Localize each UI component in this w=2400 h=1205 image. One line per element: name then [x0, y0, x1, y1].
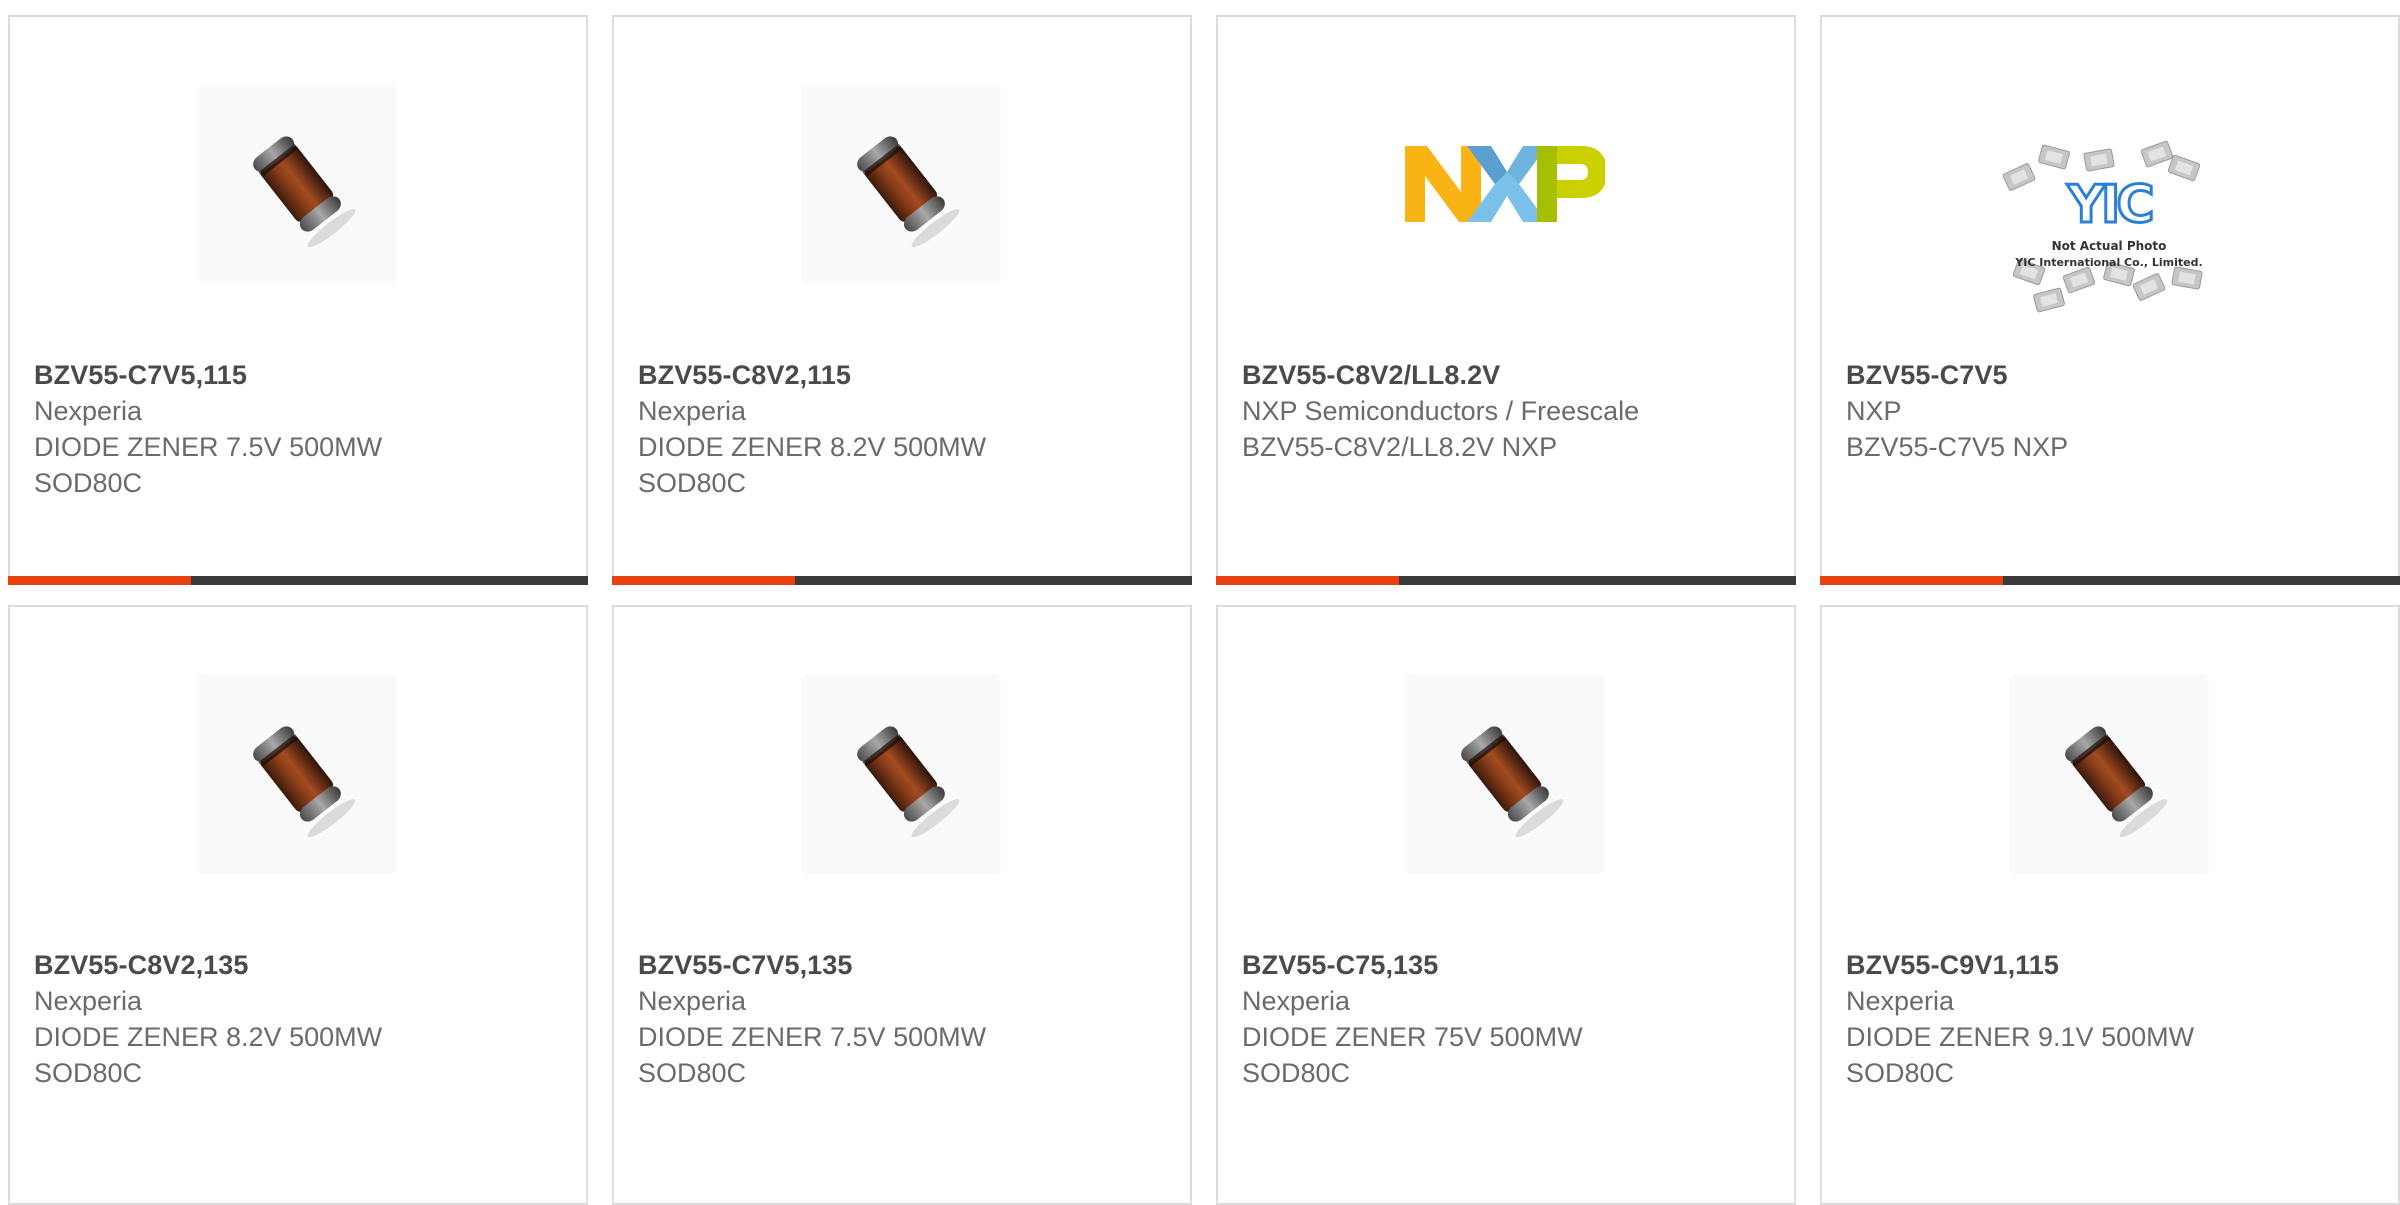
- package: SOD80C: [638, 468, 747, 498]
- svg-text:YIC: YIC: [2066, 175, 2151, 235]
- card-underline: [1820, 576, 2400, 585]
- product-card[interactable]: BZV55-C7V5,115 Nexperia DIODE ZENER 7.5V 5…: [8, 15, 588, 585]
- product-info: BZV55-C7V5,115 Nexperia DIODE ZENER 7.5V 5…: [34, 357, 566, 501]
- product-info: BZV55-C8V2,115 Nexperia DIODE ZENER 8.2V 5…: [638, 357, 1170, 501]
- package: SOD80C: [34, 1058, 143, 1088]
- nxp-logo-icon[interactable]: [1405, 84, 1605, 284]
- product-card[interactable]: BZV55-C8V2,115 Nexperia DIODE ZENER 8.2V 5…: [612, 15, 1192, 585]
- sod80-diode-photo-icon[interactable]: [801, 674, 1001, 874]
- package: SOD80C: [1846, 1058, 1955, 1088]
- image-caption-line1: Not Actual Photo: [2052, 239, 2167, 253]
- product-info: BZV55-C75,135 Nexperia DIODE ZENER 75V 500…: [1242, 947, 1774, 1091]
- description: DIODE ZENER 8.2V 500MW: [638, 432, 987, 462]
- yic-placeholder-icon[interactable]: YIC Not Actual Photo YIC International Co.…: [1969, 92, 2249, 352]
- card-underline: [612, 576, 1192, 585]
- product-card[interactable]: BZV55-C8V2/LL8.2V NXP Semiconductors / Fr…: [1216, 15, 1796, 585]
- description: BZV55-C7V5 NXP: [1846, 432, 2069, 462]
- product-card[interactable]: BZV55-C7V5,135 Nexperia DIODE ZENER 7.5V 5…: [612, 605, 1192, 1205]
- card-underline-accent: [8, 576, 191, 585]
- product-info: BZV55-C7V5,135 Nexperia DIODE ZENER 7.5V 5…: [638, 947, 1170, 1091]
- card-underline-accent: [1820, 576, 2003, 585]
- product-card[interactable]: BZV55-C9V1,115 Nexperia DIODE ZENER 9.1V 5…: [1820, 605, 2400, 1205]
- sod80-diode-photo-icon[interactable]: [801, 84, 1001, 284]
- part-number[interactable]: BZV55-C8V2,135: [34, 947, 566, 983]
- part-number[interactable]: BZV55-C75,135: [1242, 947, 1774, 983]
- description: DIODE ZENER 75V 500MW: [1242, 1022, 1583, 1052]
- manufacturer: NXP Semiconductors / Freescale: [1242, 396, 1640, 426]
- card-underline: [8, 576, 588, 585]
- sod80-diode-photo-icon[interactable]: [197, 674, 397, 874]
- part-number[interactable]: BZV55-C7V5,135: [638, 947, 1170, 983]
- card-underline: [1216, 576, 1796, 585]
- card-underline-accent: [612, 576, 795, 585]
- manufacturer: Nexperia: [34, 396, 143, 426]
- sod80-diode-photo-icon[interactable]: [197, 84, 397, 284]
- product-info: BZV55-C9V1,115 Nexperia DIODE ZENER 9.1V 5…: [1846, 947, 2378, 1091]
- description: DIODE ZENER 7.5V 500MW: [638, 1022, 987, 1052]
- product-info: BZV55-C8V2/LL8.2V NXP Semiconductors / Fr…: [1242, 357, 1774, 465]
- part-number[interactable]: BZV55-C9V1,115: [1846, 947, 2378, 983]
- product-card[interactable]: BZV55-C75,135 Nexperia DIODE ZENER 75V 500…: [1216, 605, 1796, 1205]
- part-number[interactable]: BZV55-C7V5: [1846, 357, 2378, 393]
- part-number[interactable]: BZV55-C7V5,115: [34, 357, 566, 393]
- part-number[interactable]: BZV55-C8V2,115: [638, 357, 1170, 393]
- manufacturer: Nexperia: [1242, 986, 1351, 1016]
- manufacturer: Nexperia: [1846, 986, 1955, 1016]
- product-info: BZV55-C8V2,135 Nexperia DIODE ZENER 8.2V 5…: [34, 947, 566, 1091]
- card-underline-accent: [1216, 576, 1399, 585]
- manufacturer: NXP: [1846, 396, 1902, 426]
- product-grid: BZV55-C7V5,115 Nexperia DIODE ZENER 7.5V 5…: [0, 0, 2400, 1205]
- package: SOD80C: [1242, 1058, 1351, 1088]
- product-info: BZV55-C7V5 NXP BZV55-C7V5 NXP: [1846, 357, 2378, 465]
- manufacturer: Nexperia: [638, 986, 747, 1016]
- product-card[interactable]: YIC Not Actual Photo YIC International Co.…: [1820, 15, 2400, 585]
- sod80-diode-photo-icon[interactable]: [1405, 674, 1605, 874]
- image-caption-line2: YIC International Co., Limited.: [2014, 256, 2202, 269]
- package: SOD80C: [34, 468, 143, 498]
- package: SOD80C: [638, 1058, 747, 1088]
- description: DIODE ZENER 9.1V 500MW: [1846, 1022, 2195, 1052]
- description: BZV55-C8V2/LL8.2V NXP: [1242, 432, 1558, 462]
- manufacturer: Nexperia: [34, 986, 143, 1016]
- description: DIODE ZENER 7.5V 500MW: [34, 432, 383, 462]
- product-card[interactable]: BZV55-C8V2,135 Nexperia DIODE ZENER 8.2V 5…: [8, 605, 588, 1205]
- description: DIODE ZENER 8.2V 500MW: [34, 1022, 383, 1052]
- manufacturer: Nexperia: [638, 396, 747, 426]
- part-number[interactable]: BZV55-C8V2/LL8.2V: [1242, 357, 1774, 393]
- sod80-diode-photo-icon[interactable]: [2009, 674, 2209, 874]
